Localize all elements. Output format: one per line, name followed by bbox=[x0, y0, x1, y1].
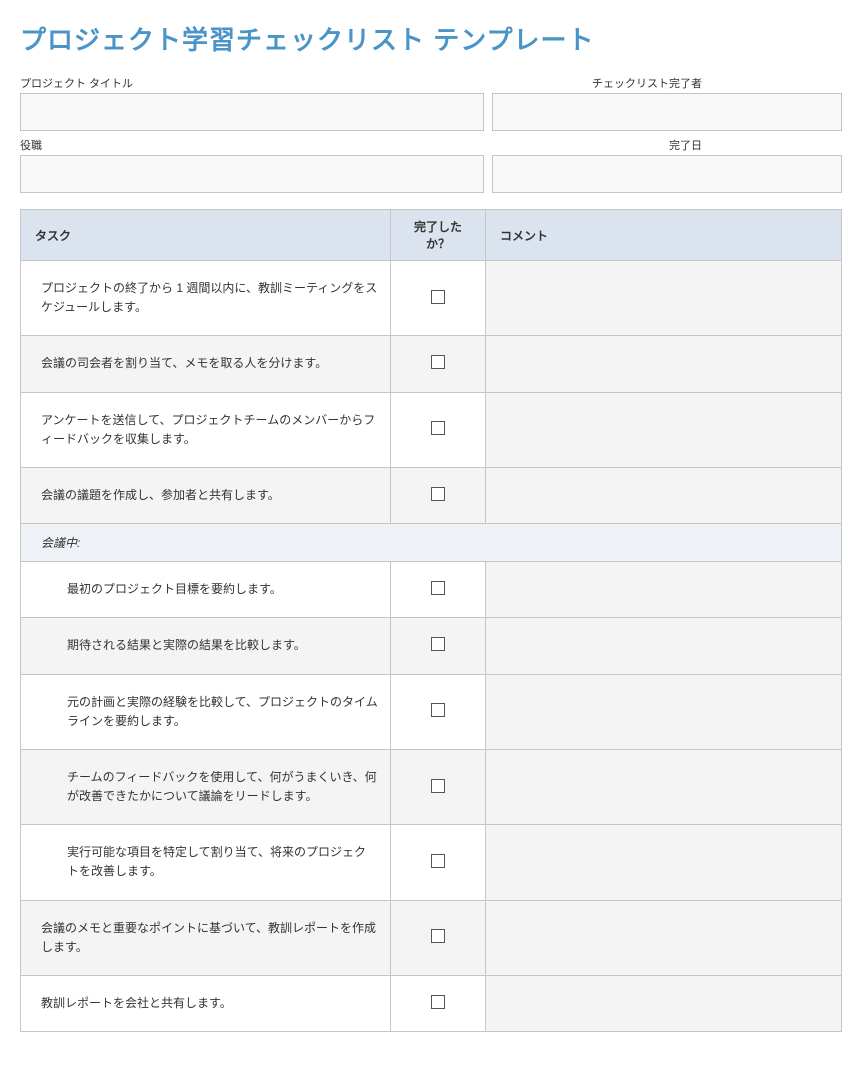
done-cell bbox=[391, 562, 486, 618]
done-cell bbox=[391, 336, 486, 392]
done-cell bbox=[391, 261, 486, 336]
comment-cell[interactable] bbox=[486, 336, 842, 392]
project-title-label: プロジェクト タイトル bbox=[20, 75, 484, 91]
checkbox-icon[interactable] bbox=[431, 421, 445, 435]
table-row: チームのフィードバックを使用して、何がうまくいき、何が改善できたかについて議論を… bbox=[21, 749, 842, 824]
comment-cell[interactable] bbox=[486, 900, 842, 975]
table-row: 実行可能な項目を特定して割り当て、将来のプロジェクトを改善します。 bbox=[21, 825, 842, 900]
done-cell bbox=[391, 825, 486, 900]
task-cell: 会議の司会者を割り当て、メモを取る人を分けます。 bbox=[21, 336, 391, 392]
table-row: 最初のプロジェクト目標を要約します。 bbox=[21, 562, 842, 618]
done-cell bbox=[391, 674, 486, 749]
comment-cell[interactable] bbox=[486, 562, 842, 618]
checkbox-icon[interactable] bbox=[431, 581, 445, 595]
completed-by-input[interactable] bbox=[492, 93, 842, 131]
done-cell bbox=[391, 900, 486, 975]
table-row: 会議の司会者を割り当て、メモを取る人を分けます。 bbox=[21, 336, 842, 392]
section-row: 会議中: bbox=[21, 524, 842, 562]
checkbox-icon[interactable] bbox=[431, 929, 445, 943]
task-cell: 期待される結果と実際の結果を比較します。 bbox=[21, 618, 391, 674]
comment-cell[interactable] bbox=[486, 618, 842, 674]
checkbox-icon[interactable] bbox=[431, 290, 445, 304]
checklist-table: タスク 完了したか？ コメント プロジェクトの終了から 1 週間以内に、教訓ミー… bbox=[20, 209, 842, 1032]
done-cell bbox=[391, 618, 486, 674]
task-cell: プロジェクトの終了から 1 週間以内に、教訓ミーティングをスケジュールします。 bbox=[21, 261, 391, 336]
comment-cell[interactable] bbox=[486, 825, 842, 900]
completed-by-label: チェックリスト完了者 bbox=[492, 75, 842, 91]
task-cell: 会議のメモと重要なポイントに基づいて、教訓レポートを作成します。 bbox=[21, 900, 391, 975]
table-row: 元の計画と実際の経験を比較して、プロジェクトのタイムラインを要約します。 bbox=[21, 674, 842, 749]
comment-cell[interactable] bbox=[486, 467, 842, 523]
role-input[interactable] bbox=[20, 155, 484, 193]
comment-cell[interactable] bbox=[486, 674, 842, 749]
role-label: 役職 bbox=[20, 137, 484, 153]
comment-cell[interactable] bbox=[486, 976, 842, 1032]
checkbox-icon[interactable] bbox=[431, 995, 445, 1009]
done-cell bbox=[391, 976, 486, 1032]
done-cell bbox=[391, 467, 486, 523]
task-cell: 最初のプロジェクト目標を要約します。 bbox=[21, 562, 391, 618]
task-cell: アンケートを送信して、プロジェクトチームのメンバーからフィードバックを収集します… bbox=[21, 392, 391, 467]
checkbox-icon[interactable] bbox=[431, 487, 445, 501]
table-row: プロジェクトの終了から 1 週間以内に、教訓ミーティングをスケジュールします。 bbox=[21, 261, 842, 336]
comment-cell[interactable] bbox=[486, 749, 842, 824]
completion-date-input[interactable] bbox=[492, 155, 842, 193]
done-cell bbox=[391, 392, 486, 467]
table-row: 期待される結果と実際の結果を比較します。 bbox=[21, 618, 842, 674]
table-row: アンケートを送信して、プロジェクトチームのメンバーからフィードバックを収集します… bbox=[21, 392, 842, 467]
table-row: 会議の議題を作成し、参加者と共有します。 bbox=[21, 467, 842, 523]
task-cell: 会議の議題を作成し、参加者と共有します。 bbox=[21, 467, 391, 523]
checkbox-icon[interactable] bbox=[431, 779, 445, 793]
task-cell: 実行可能な項目を特定して割り当て、将来のプロジェクトを改善します。 bbox=[21, 825, 391, 900]
task-cell: チームのフィードバックを使用して、何がうまくいき、何が改善できたかについて議論を… bbox=[21, 749, 391, 824]
checkbox-icon[interactable] bbox=[431, 703, 445, 717]
page-title: プロジェクト学習チェックリスト テンプレート bbox=[20, 20, 842, 57]
section-label: 会議中: bbox=[21, 524, 842, 562]
checkbox-icon[interactable] bbox=[431, 854, 445, 868]
checkbox-icon[interactable] bbox=[431, 355, 445, 369]
comment-cell[interactable] bbox=[486, 392, 842, 467]
project-title-input[interactable] bbox=[20, 93, 484, 131]
header-comment: コメント bbox=[486, 210, 842, 261]
table-row: 教訓レポートを会社と共有します。 bbox=[21, 976, 842, 1032]
comment-cell[interactable] bbox=[486, 261, 842, 336]
meta-row-1: プロジェクト タイトル チェックリスト完了者 bbox=[20, 75, 842, 131]
header-task: タスク bbox=[21, 210, 391, 261]
checkbox-icon[interactable] bbox=[431, 637, 445, 651]
meta-row-2: 役職 完了日 bbox=[20, 137, 842, 193]
done-cell bbox=[391, 749, 486, 824]
completion-date-label: 完了日 bbox=[492, 137, 842, 153]
task-cell: 元の計画と実際の経験を比較して、プロジェクトのタイムラインを要約します。 bbox=[21, 674, 391, 749]
task-cell: 教訓レポートを会社と共有します。 bbox=[21, 976, 391, 1032]
table-row: 会議のメモと重要なポイントに基づいて、教訓レポートを作成します。 bbox=[21, 900, 842, 975]
header-done: 完了したか？ bbox=[391, 210, 486, 261]
